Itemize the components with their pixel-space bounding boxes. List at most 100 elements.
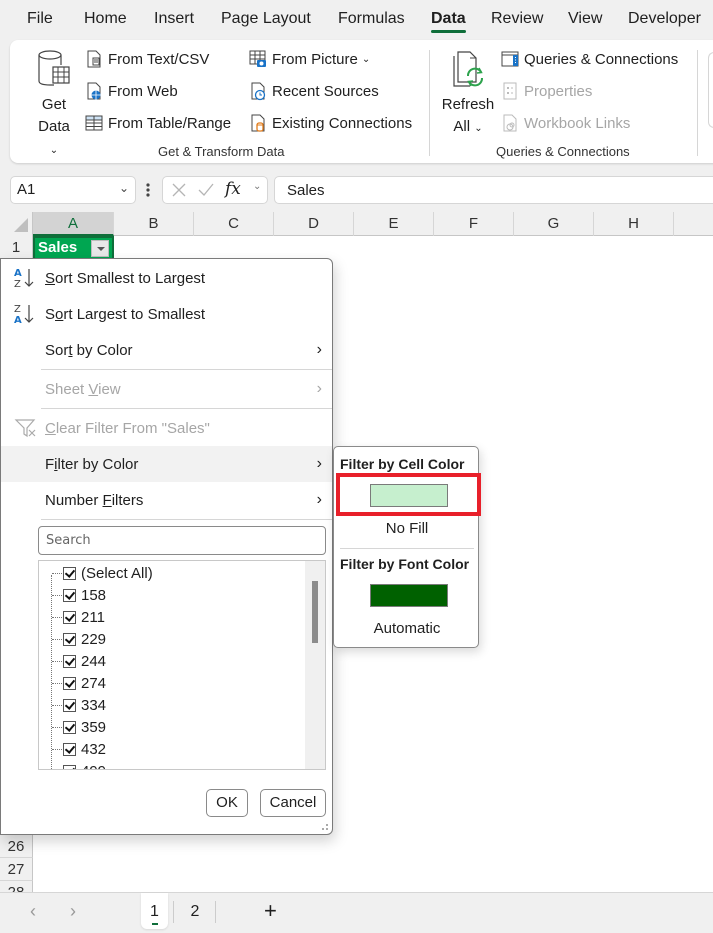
from-table-range-label: From Table/Range <box>108 114 232 132</box>
filter-value-item[interactable]: 359 <box>52 716 106 738</box>
tab-formulas[interactable]: Formulas <box>338 10 405 28</box>
sheet-tab-1[interactable]: 1 <box>141 893 168 929</box>
checkbox[interactable] <box>63 720 76 734</box>
filter-value-item[interactable]: 158 <box>52 584 106 606</box>
row-header-27[interactable]: 27 <box>0 858 33 881</box>
existing-connections-button[interactable]: Existing Connections <box>248 113 412 133</box>
tab-file[interactable]: File <box>27 10 53 28</box>
web-file-icon <box>87 82 101 100</box>
select-all-corner[interactable] <box>0 212 33 236</box>
sort-by-color-item[interactable]: Sort by Color › <box>1 332 332 368</box>
checkbox[interactable] <box>63 698 76 712</box>
cancel-x-icon[interactable] <box>171 182 187 198</box>
column-header-a[interactable]: A <box>33 212 114 236</box>
get-data-button[interactable]: Get Data ⌄ <box>34 48 74 162</box>
row-header-1[interactable]: 1 <box>0 236 33 259</box>
column-header-f[interactable]: F <box>434 212 514 236</box>
tab-view[interactable]: View <box>568 10 602 28</box>
filter-value-item[interactable]: 499 <box>52 760 106 769</box>
table-icon <box>85 115 103 131</box>
chevron-down-icon[interactable]: ⌄ <box>253 181 261 192</box>
chevron-right-icon[interactable]: › <box>70 901 76 922</box>
checkbox[interactable] <box>63 588 76 602</box>
formula-input[interactable]: Sales <box>274 176 713 204</box>
chevron-down-icon[interactable]: ⌄ <box>119 181 129 195</box>
workbook-links-button[interactable]: Workbook Links <box>500 113 630 133</box>
tab-data[interactable]: Data <box>431 10 466 33</box>
checkbox[interactable] <box>63 610 76 624</box>
more-options-icon[interactable] <box>146 180 150 200</box>
filter-by-color-item[interactable]: Filter by Color › <box>1 446 332 482</box>
checkbox[interactable] <box>63 676 76 690</box>
tree-connector <box>52 616 62 618</box>
properties-button[interactable]: Properties <box>500 81 592 101</box>
from-text-csv-label: From Text/CSV <box>108 50 210 68</box>
chevron-down-icon: ⌄ <box>361 53 371 65</box>
filter-value-item[interactable]: 334 <box>52 694 106 716</box>
column-header-d[interactable]: D <box>274 212 354 236</box>
queries-connections-button[interactable]: Queries & Connections <box>500 49 678 69</box>
corner-triangle-icon <box>14 218 28 232</box>
checkbox[interactable] <box>63 742 76 756</box>
recent-sources-button[interactable]: Recent Sources <box>248 81 379 101</box>
checkbox[interactable] <box>63 654 76 668</box>
cancel-button[interactable]: Cancel <box>260 789 326 817</box>
sheet-tab-2[interactable]: 2 <box>180 893 210 929</box>
tab-home[interactable]: Home <box>84 10 127 28</box>
checkbox[interactable] <box>63 632 76 646</box>
chevron-left-icon[interactable]: ‹ <box>30 901 36 922</box>
tab-review[interactable]: Review <box>491 10 543 28</box>
filter-dropdown-button[interactable] <box>91 240 109 257</box>
row-header-26[interactable]: 26 <box>0 835 33 858</box>
tree-connector <box>52 748 62 750</box>
column-header-c[interactable]: C <box>194 212 274 236</box>
font-color-heading: Filter by Font Color <box>340 556 470 572</box>
filter-value-item[interactable]: 274 <box>52 672 106 694</box>
select-all-item[interactable]: (Select All) <box>52 562 153 584</box>
scrollbar-thumb[interactable] <box>312 581 318 643</box>
column-header-g[interactable]: G <box>514 212 594 236</box>
scrollbar-track[interactable] <box>305 561 325 769</box>
clear-filter-item[interactable]: Clear Filter From "Sales" <box>1 410 332 446</box>
checkbox[interactable] <box>63 764 76 769</box>
name-box[interactable]: A1 ⌄ <box>10 176 136 204</box>
filter-value-item[interactable]: 229 <box>52 628 106 650</box>
column-header-e[interactable]: E <box>354 212 434 236</box>
add-sheet-button[interactable]: + <box>264 898 277 924</box>
automatic-option[interactable]: Automatic <box>334 620 480 637</box>
tree-connector <box>52 572 62 574</box>
search-input[interactable]: Search <box>38 526 326 555</box>
svg-text:Z: Z <box>14 304 21 315</box>
column-header-b[interactable]: B <box>114 212 194 236</box>
no-fill-option[interactable]: No Fill <box>334 520 480 537</box>
sort-descending-item[interactable]: ZA Sort Largest to Smallest <box>1 296 332 332</box>
from-table-range-button[interactable]: From Table/Range <box>84 113 231 133</box>
svg-text:A: A <box>14 268 22 279</box>
resize-grip-icon[interactable] <box>321 823 329 831</box>
sort-ascending-item[interactable]: AZ Sort Smallest to Largest <box>1 260 332 296</box>
filter-value-item[interactable]: 244 <box>52 650 106 672</box>
number-filters-item[interactable]: Number Filters › <box>1 482 332 518</box>
svg-text:Z: Z <box>14 279 21 290</box>
column-header-i[interactable] <box>674 212 713 236</box>
ok-button[interactable]: OK <box>206 789 248 817</box>
filter-value-item[interactable]: 432 <box>52 738 106 760</box>
sort-ascending-label: Sort Smallest to Largest <box>45 269 206 287</box>
from-picture-button[interactable]: From Picture ⌄ <box>248 49 370 69</box>
sheet-view-item[interactable]: Sheet View › <box>1 371 332 407</box>
refresh-all-button[interactable]: Refresh All ⌄ <box>440 48 496 140</box>
number-filters-label: Number Filters <box>45 491 144 509</box>
enter-check-icon[interactable] <box>197 182 215 198</box>
from-text-csv-button[interactable]: From Text/CSV <box>84 49 209 69</box>
column-header-h[interactable]: H <box>594 212 674 236</box>
tab-page-layout[interactable]: Page Layout <box>221 10 311 28</box>
filter-value-item[interactable]: 211 <box>52 606 105 628</box>
sort-descending-label: Sort Largest to Smallest <box>45 305 206 323</box>
tab-insert[interactable]: Insert <box>154 10 194 28</box>
cell-a1[interactable]: Sales <box>33 236 114 260</box>
checkbox[interactable] <box>63 566 76 580</box>
insert-function-icon[interactable]: fx <box>225 179 241 199</box>
from-web-button[interactable]: From Web <box>84 81 178 101</box>
font-color-swatch[interactable] <box>370 584 448 607</box>
tab-developer[interactable]: Developer <box>628 10 701 28</box>
